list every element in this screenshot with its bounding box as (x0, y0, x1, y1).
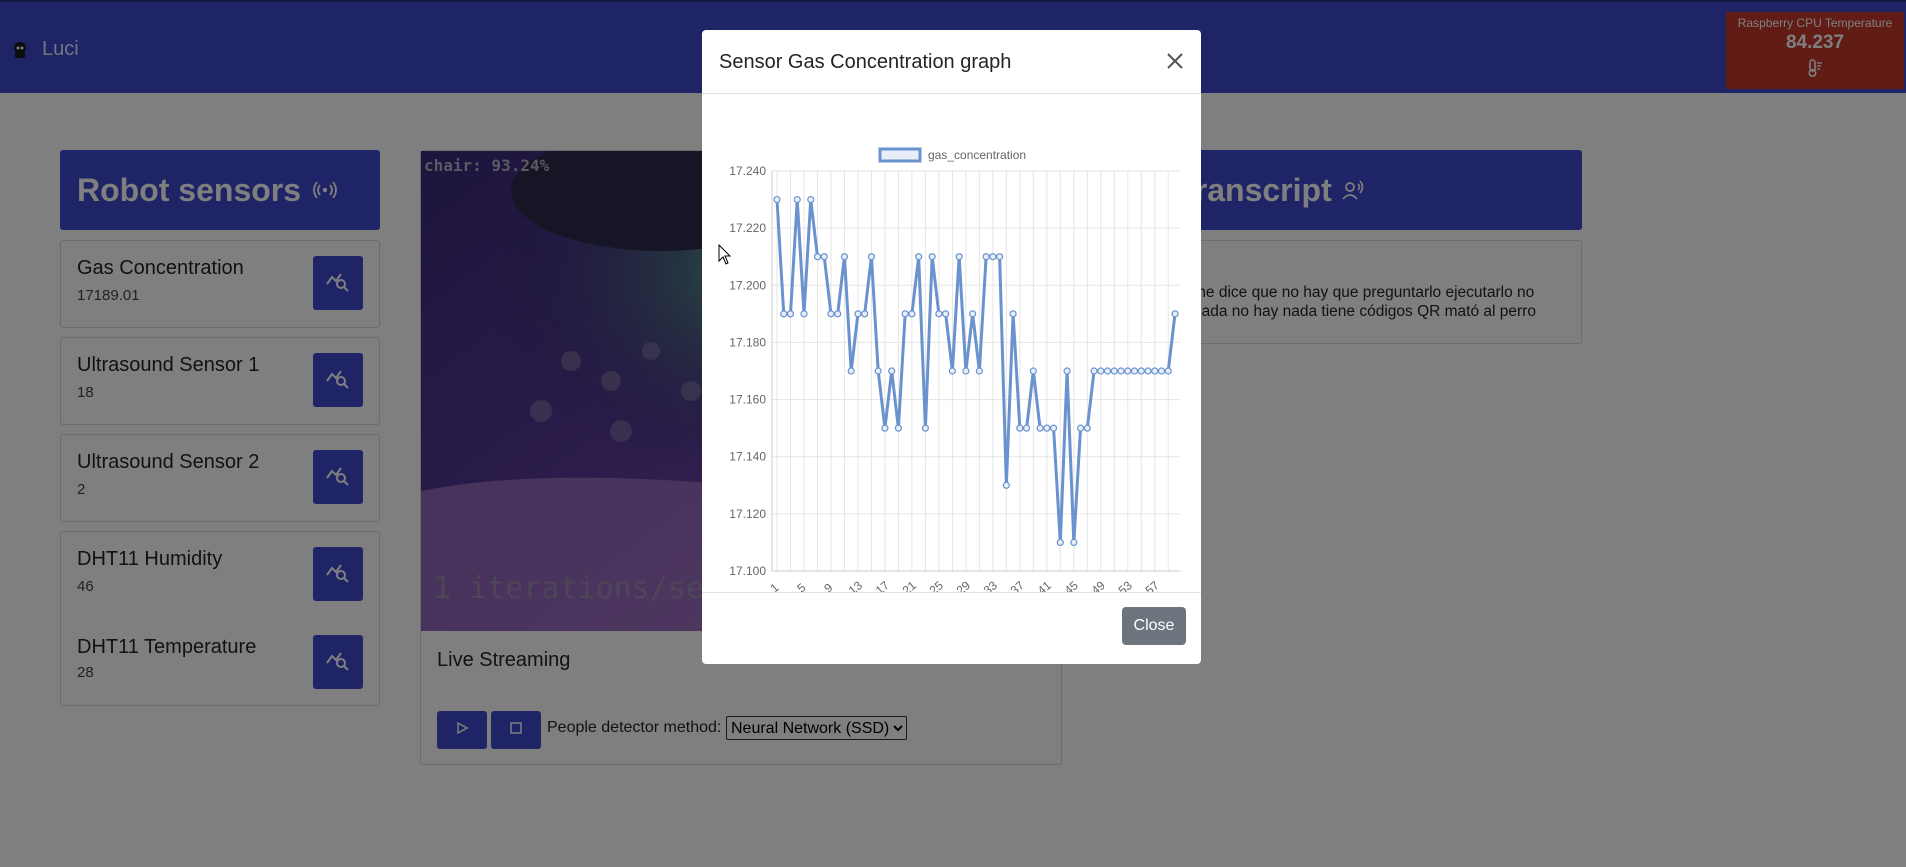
data-point (1022, 424, 1031, 432)
x-tick-label: 33 (981, 578, 1000, 592)
data-point (935, 310, 943, 318)
data-point (1029, 367, 1037, 375)
modal-title: Sensor Gas Concentration graph (719, 51, 1012, 73)
data-point (840, 253, 849, 261)
data-point (1144, 367, 1152, 375)
data-point (1164, 367, 1172, 375)
modal-footer: Close (702, 592, 1201, 664)
x-tick-label: 29 (954, 578, 973, 592)
data-point (874, 367, 882, 375)
data-point (1076, 424, 1085, 432)
data-point (807, 195, 815, 204)
data-point (908, 310, 916, 318)
x-tick-label: 25 (927, 578, 946, 592)
legend-swatch (878, 147, 922, 163)
data-point (1002, 481, 1010, 489)
data-point (847, 367, 855, 375)
gas-concentration-chart: 17.240 17.220 17.200 17.180 17.160 17.140 17.1… (729, 147, 1180, 592)
data-point (786, 310, 795, 318)
data-point (1009, 310, 1017, 318)
data-point (989, 253, 997, 261)
data-point (1070, 538, 1078, 547)
data-point (881, 424, 889, 432)
data-point (888, 367, 896, 375)
x-tick-label: 41 (1035, 578, 1054, 592)
data-point (1016, 424, 1024, 432)
data-point (854, 310, 862, 318)
y-tick-label: 17.100 (729, 564, 766, 578)
data-point (1049, 424, 1058, 432)
data-point (827, 310, 835, 318)
x-tick-label: 53 (1116, 578, 1135, 592)
x-tick-label: 5 (794, 580, 808, 592)
x-tick-label: 9 (821, 580, 835, 592)
data-point (1130, 367, 1139, 375)
data-point (928, 253, 936, 261)
data-point (962, 367, 970, 375)
data-point (969, 310, 977, 318)
data-point (915, 253, 923, 261)
data-point (1097, 367, 1105, 375)
x-tick-label: 17 (873, 578, 892, 592)
data-point (834, 310, 842, 318)
data-point (1124, 367, 1132, 375)
data-point (1157, 367, 1166, 375)
x-tick-label: 1 (767, 580, 781, 592)
x-tick-label: 13 (846, 578, 865, 592)
data-point (975, 367, 983, 375)
data-point (901, 310, 909, 318)
y-tick-label: 17.160 (729, 393, 766, 407)
data-point (820, 253, 828, 261)
modal-header: Sensor Gas Concentration graph (702, 30, 1201, 94)
data-point (800, 310, 808, 318)
data-point (1043, 424, 1051, 432)
data-point (1137, 367, 1145, 375)
data-point (861, 310, 869, 318)
data-point (948, 367, 956, 375)
y-tick-label: 17.140 (729, 450, 766, 464)
data-point (1083, 424, 1091, 432)
data-point (1103, 367, 1112, 375)
data-point (793, 195, 801, 204)
data-point (982, 253, 990, 261)
data-point (921, 424, 930, 432)
x-tick-label: 45 (1062, 578, 1081, 592)
mouse-cursor-icon (718, 243, 732, 271)
y-tick-label: 17.220 (729, 221, 766, 235)
data-point (1036, 424, 1044, 432)
x-tick-label: 37 (1008, 578, 1027, 592)
x-tick-label: 21 (900, 578, 919, 592)
graph-modal: Sensor Gas Concentration graph 17.240 17.… (702, 30, 1201, 664)
data-point (1090, 367, 1098, 375)
data-point (813, 253, 822, 261)
y-tick-label: 17.200 (729, 278, 766, 292)
x-tick-label: 49 (1089, 578, 1108, 592)
data-point (1171, 310, 1179, 318)
data-point (780, 310, 788, 318)
data-point (996, 253, 1004, 261)
data-point (1056, 538, 1064, 547)
data-point (942, 310, 950, 318)
data-point (867, 253, 876, 261)
data-point (1117, 367, 1125, 375)
close-icon[interactable] (1163, 49, 1187, 73)
close-button[interactable]: Close (1122, 607, 1186, 645)
y-tick-label: 17.120 (729, 507, 766, 521)
data-point (1110, 367, 1118, 375)
data-point (1151, 367, 1159, 375)
data-point (955, 253, 963, 261)
y-tick-label: 17.180 (729, 335, 766, 349)
y-tick-label: 17.240 (729, 164, 766, 178)
data-point (894, 424, 903, 432)
data-point (773, 195, 781, 204)
x-tick-label: 57 (1143, 578, 1162, 592)
data-point (1063, 367, 1071, 375)
legend-label: gas_concentration (928, 148, 1026, 162)
